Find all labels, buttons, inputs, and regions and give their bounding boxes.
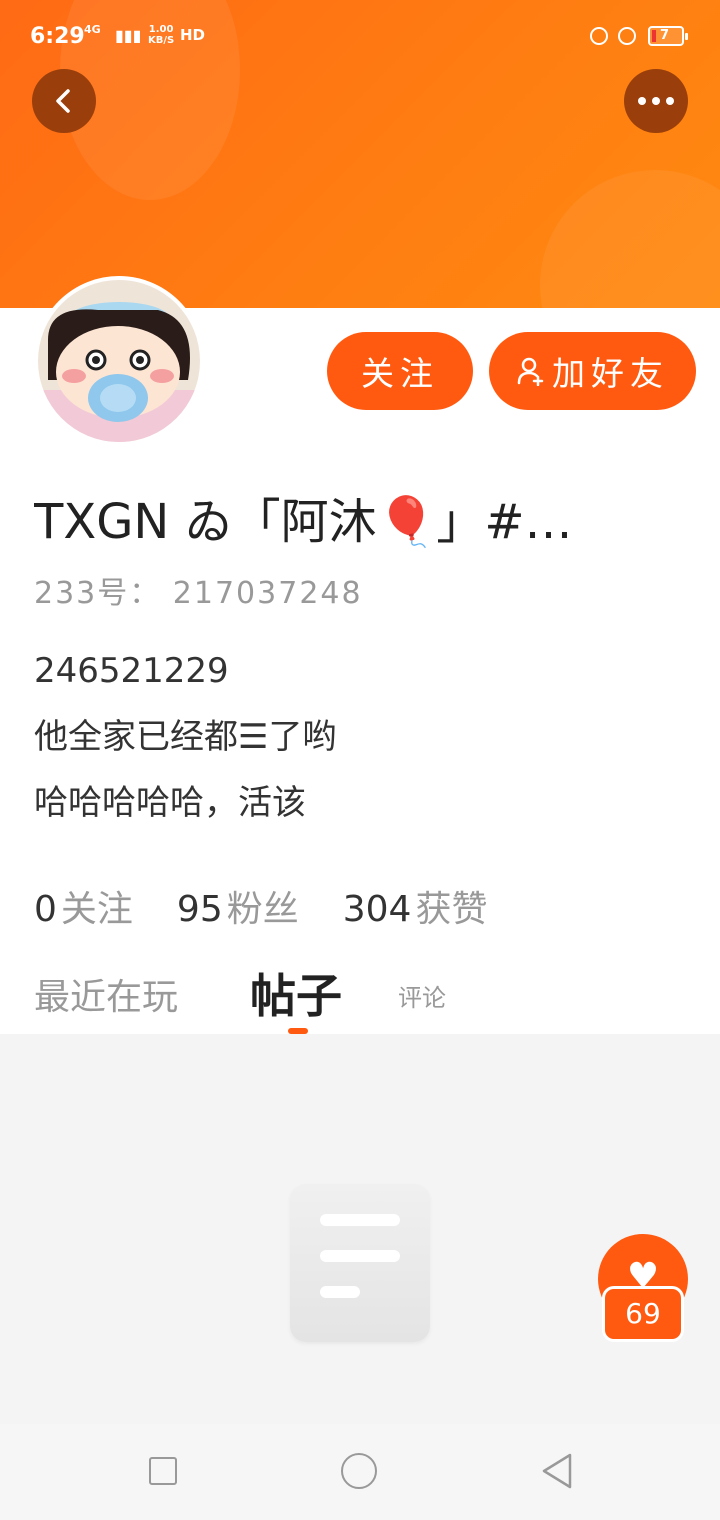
- back-triangle-icon[interactable]: [540, 1452, 574, 1490]
- tab-comments[interactable]: 评论: [398, 978, 446, 1013]
- follow-button[interactable]: 关注: [327, 332, 473, 410]
- add-friend-label: 加好友: [552, 354, 669, 393]
- network-speed: 1.00 KB/S: [148, 24, 175, 46]
- battery-icon: 7: [648, 26, 688, 46]
- back-button[interactable]: [32, 69, 96, 133]
- follow-button-label: 关注: [361, 354, 439, 393]
- more-button[interactable]: [624, 69, 688, 133]
- like-fab-button[interactable]: ♥ 69: [598, 1234, 688, 1344]
- signal-icon: ▮▮▮: [115, 26, 142, 45]
- followers-count[interactable]: 95 粉丝: [177, 880, 299, 932]
- avatar-image: [38, 280, 200, 442]
- add-friend-button[interactable]: 加好友: [489, 332, 696, 410]
- profile-uid: 233号： 217037248: [34, 576, 363, 611]
- posts-empty-state: [0, 1034, 720, 1424]
- bio-line: 他全家已经都☰了哟: [34, 717, 337, 757]
- avatar[interactable]: [34, 276, 204, 446]
- more-horizontal-icon: [638, 97, 674, 105]
- network-type: 4G: [84, 23, 101, 36]
- tab-recent-games[interactable]: 最近在玩: [34, 968, 178, 1020]
- empty-document-icon: [290, 1184, 430, 1342]
- tab-posts[interactable]: 帖子: [250, 960, 342, 1026]
- rotation-lock-icon: [618, 27, 636, 45]
- hd-indicator: HD: [180, 26, 206, 44]
- person-add-icon: [517, 357, 544, 386]
- battery-level: 7: [660, 28, 670, 43]
- bio-line: 哈哈哈哈哈，活该: [34, 783, 306, 823]
- profile-stats: 0 关注 95 粉丝 304 获赞: [34, 880, 487, 932]
- system-nav-bar: [0, 1424, 720, 1520]
- profile-name: TXGN ゐ「阿沐🎈」#…: [34, 494, 573, 550]
- status-time: 6:29: [30, 24, 85, 49]
- like-count: 69: [602, 1286, 684, 1342]
- header-decoration: [540, 170, 720, 308]
- home-icon[interactable]: [341, 1453, 377, 1489]
- sync-icon: [590, 27, 608, 45]
- following-count[interactable]: 0 关注: [34, 880, 133, 932]
- profile-bio: 246521229 他全家已经都☰了哟 哈哈哈哈哈，活该: [34, 638, 336, 836]
- likes-count: 304 获赞: [342, 889, 488, 930]
- recents-icon[interactable]: [149, 1457, 177, 1485]
- bio-line: 246521229: [34, 651, 229, 691]
- status-bar: 6:29 4G ▮▮▮ 1.00 KB/S HD 7: [0, 0, 720, 72]
- chevron-left-icon: [56, 89, 70, 113]
